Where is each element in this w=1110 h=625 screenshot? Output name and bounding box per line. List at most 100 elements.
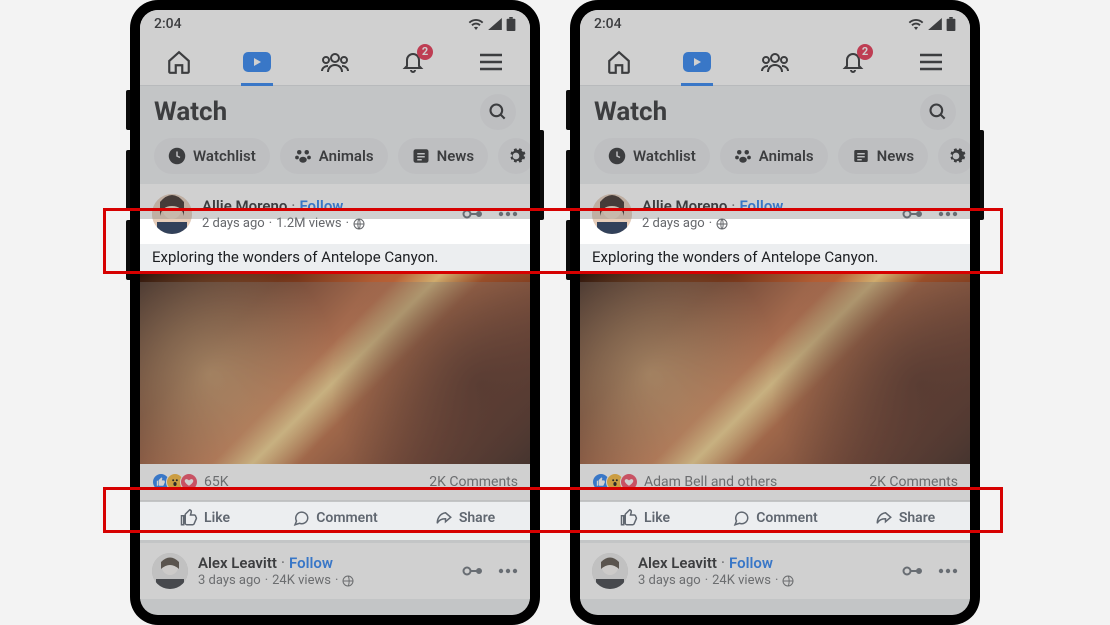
follow-link[interactable]: Follow xyxy=(289,554,333,572)
chip-animals[interactable]: Animals xyxy=(720,138,828,174)
home-icon xyxy=(166,49,192,75)
battery-icon xyxy=(506,17,516,31)
battery-icon xyxy=(946,17,956,31)
nav-watch[interactable] xyxy=(667,38,727,86)
comment-label: Comment xyxy=(316,510,377,526)
switch-icon[interactable] xyxy=(462,208,484,220)
post-media[interactable] xyxy=(140,274,530,464)
avatar[interactable] xyxy=(152,194,192,234)
post-media[interactable] xyxy=(580,274,970,464)
nav-menu[interactable] xyxy=(461,38,521,86)
globe-icon xyxy=(716,218,728,230)
chip-label: News xyxy=(437,147,474,165)
phone-right: 2:04 2 Watch Watchlist Animals xyxy=(570,0,980,625)
watch-icon xyxy=(243,52,271,72)
post-views: 24K views xyxy=(712,573,771,589)
nav-home[interactable] xyxy=(589,38,649,86)
share-label: Share xyxy=(459,510,495,526)
top-nav: 2 xyxy=(140,38,530,86)
post-author[interactable]: Allie Moreno xyxy=(202,197,287,215)
page-title: Watch xyxy=(594,97,667,127)
gear-icon xyxy=(506,146,526,166)
top-nav: 2 xyxy=(580,38,970,86)
comments-count[interactable]: 2K Comments xyxy=(869,474,958,490)
chip-animals[interactable]: Animals xyxy=(280,138,388,174)
chip-news[interactable]: News xyxy=(838,138,928,174)
love-reaction-icon xyxy=(620,473,638,491)
globe-icon xyxy=(342,575,354,587)
like-label: Like xyxy=(644,510,670,526)
post-time: 3 days ago xyxy=(638,573,701,589)
post-author[interactable]: Allie Moreno xyxy=(642,197,727,215)
nav-watch[interactable] xyxy=(227,38,287,86)
post-author[interactable]: Alex Leavitt xyxy=(198,554,277,572)
actions-row: Like Comment Share xyxy=(580,500,970,535)
switch-icon[interactable] xyxy=(902,565,924,577)
more-icon[interactable] xyxy=(498,568,518,574)
globe-icon xyxy=(353,218,365,230)
share-icon xyxy=(435,509,453,527)
comment-button[interactable]: Comment xyxy=(270,501,400,535)
post-time: 2 days ago xyxy=(642,216,705,232)
groups-icon xyxy=(760,51,790,73)
phone-left: 2:04 2 xyxy=(130,0,540,625)
chip-settings[interactable] xyxy=(498,138,530,174)
reaction-text[interactable]: Adam Bell and others xyxy=(644,474,777,490)
more-icon[interactable] xyxy=(938,211,958,217)
wifi-icon xyxy=(908,18,924,30)
nav-notifications[interactable]: 2 xyxy=(383,38,443,86)
chip-row: Watchlist Animals News xyxy=(140,138,530,184)
follow-link[interactable]: Follow xyxy=(729,554,773,572)
comment-button[interactable]: Comment xyxy=(710,501,840,535)
avatar[interactable] xyxy=(592,194,632,234)
follow-link[interactable]: Follow xyxy=(739,197,783,215)
nav-menu[interactable] xyxy=(901,38,961,86)
chip-label: Watchlist xyxy=(633,147,696,165)
switch-icon[interactable] xyxy=(462,565,484,577)
post-text: Exploring the wonders of Antelope Canyon… xyxy=(140,244,530,274)
nav-home[interactable] xyxy=(149,38,209,86)
more-icon[interactable] xyxy=(938,568,958,574)
chip-watchlist[interactable]: Watchlist xyxy=(154,138,270,174)
search-button[interactable] xyxy=(480,94,516,130)
share-button[interactable]: Share xyxy=(840,501,970,535)
switch-icon[interactable] xyxy=(902,208,924,220)
watch-icon xyxy=(683,52,711,72)
signal-icon xyxy=(928,18,942,30)
actions-row: Like Comment Share xyxy=(140,500,530,535)
reaction-icons[interactable] xyxy=(592,473,638,491)
comment-icon xyxy=(732,509,750,527)
post-next: Alex Leavitt · Follow 3 days ago · 24K v… xyxy=(140,543,530,599)
like-icon xyxy=(620,509,638,527)
avatar[interactable] xyxy=(152,553,188,589)
like-button[interactable]: Like xyxy=(140,501,270,535)
search-button[interactable] xyxy=(920,94,956,130)
more-icon[interactable] xyxy=(498,211,518,217)
chip-news[interactable]: News xyxy=(398,138,488,174)
engagement-row: 65K 2K Comments xyxy=(140,464,530,500)
nav-notifications[interactable]: 2 xyxy=(823,38,883,86)
nav-groups[interactable] xyxy=(745,38,805,86)
like-button[interactable]: Like xyxy=(580,501,710,535)
share-label: Share xyxy=(899,510,935,526)
comments-count[interactable]: 2K Comments xyxy=(429,474,518,490)
chip-settings[interactable] xyxy=(938,138,970,174)
globe-icon xyxy=(782,575,794,587)
status-bar: 2:04 xyxy=(580,10,970,38)
post-time: 3 days ago xyxy=(198,573,261,589)
reaction-count[interactable]: 65K xyxy=(204,474,229,490)
post-author[interactable]: Alex Leavitt xyxy=(638,554,717,572)
reaction-icons[interactable] xyxy=(152,473,198,491)
post-text: Exploring the wonders of Antelope Canyon… xyxy=(580,244,970,274)
share-button[interactable]: Share xyxy=(400,501,530,535)
engagement-row: Adam Bell and others 2K Comments xyxy=(580,464,970,500)
post-views: 24K views xyxy=(272,573,331,589)
follow-link[interactable]: Follow xyxy=(299,197,343,215)
avatar[interactable] xyxy=(592,553,628,589)
post-next: Alex Leavitt · Follow 3 days ago · 24K v… xyxy=(580,543,970,599)
comment-label: Comment xyxy=(756,510,817,526)
nav-groups[interactable] xyxy=(305,38,365,86)
menu-icon xyxy=(479,53,503,71)
chip-watchlist[interactable]: Watchlist xyxy=(594,138,710,174)
news-icon xyxy=(412,147,430,165)
